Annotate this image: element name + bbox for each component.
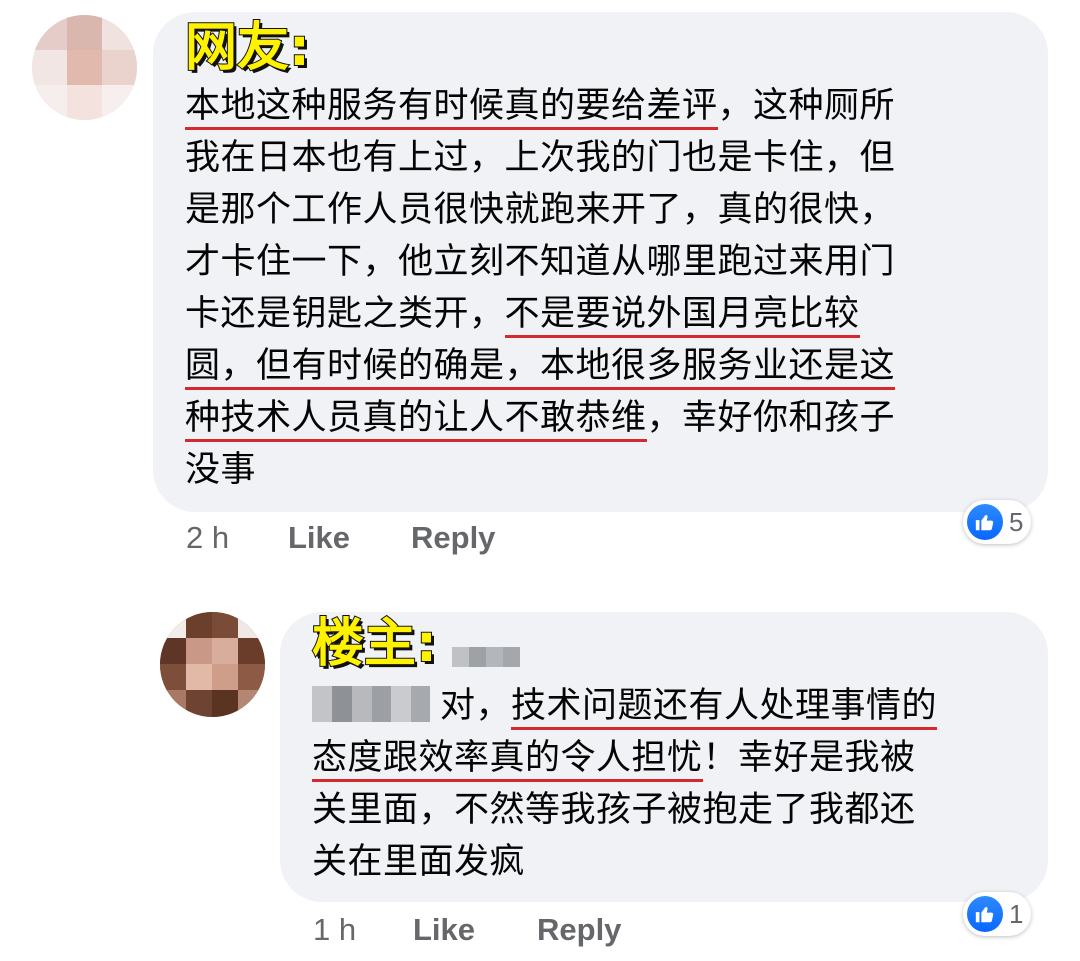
thumbs-up-icon <box>967 896 1003 932</box>
reaction-count[interactable]: 5 <box>963 500 1032 544</box>
timestamp[interactable]: 2 h <box>186 520 229 556</box>
comment-line: 本地这种服务有时候真的要给差评，这种厕所 <box>185 84 895 130</box>
reply-button[interactable]: Reply <box>537 912 621 948</box>
like-button[interactable]: Like <box>288 520 350 556</box>
comment-line: 我在日本也有上过，上次我的门也是卡住，但 <box>185 138 896 178</box>
commenter-label: 网友: <box>184 18 311 78</box>
avatar[interactable] <box>32 15 137 120</box>
blurred-mention <box>312 686 430 722</box>
reaction-count[interactable]: 1 <box>963 892 1032 936</box>
comment-line: 关在里面发疯 <box>312 842 526 882</box>
blurred-name <box>452 647 520 667</box>
comment-line: 对，技术问题还有人处理事情的 <box>440 684 938 730</box>
comment-line: 态度跟效率真的令人担忧！幸好是我被 <box>312 736 916 782</box>
thumbs-up-icon <box>967 504 1003 540</box>
comment-line: 才卡住一下，他立刻不知道从哪里跑过来用门 <box>185 242 896 282</box>
like-button[interactable]: Like <box>413 912 475 948</box>
comment-line: 是那个工作人员很快就跑来开了，真的很快， <box>185 190 896 230</box>
comment-line: 种技术人员真的让人不敢恭维，幸好你和孩子 <box>185 396 895 442</box>
reply-button[interactable]: Reply <box>411 520 495 556</box>
comment-line: 圆，但有时候的确是，本地很多服务业还是这 <box>185 344 896 390</box>
commenter-label: 楼主: <box>311 614 438 674</box>
comment-line: 卡还是钥匙之类开，不是要说外国月亮比较 <box>185 292 860 338</box>
comment-line: 没事 <box>185 450 257 490</box>
comment-line: 关里面，不然等我孩子被抱走了我都还 <box>312 790 916 830</box>
timestamp[interactable]: 1 h <box>313 912 356 948</box>
avatar[interactable] <box>160 612 265 717</box>
